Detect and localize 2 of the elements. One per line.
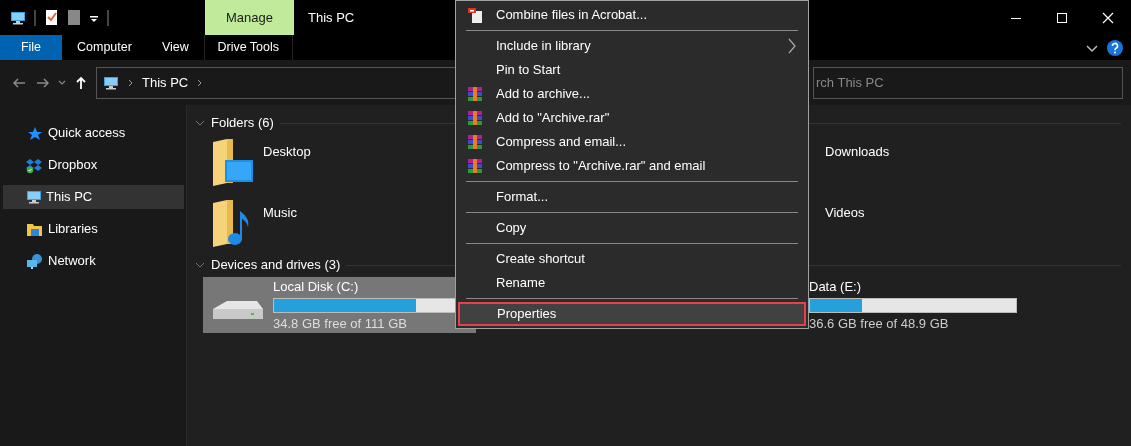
window-title: This PC <box>307 8 355 27</box>
contextual-tab-header: Manage <box>205 0 294 35</box>
